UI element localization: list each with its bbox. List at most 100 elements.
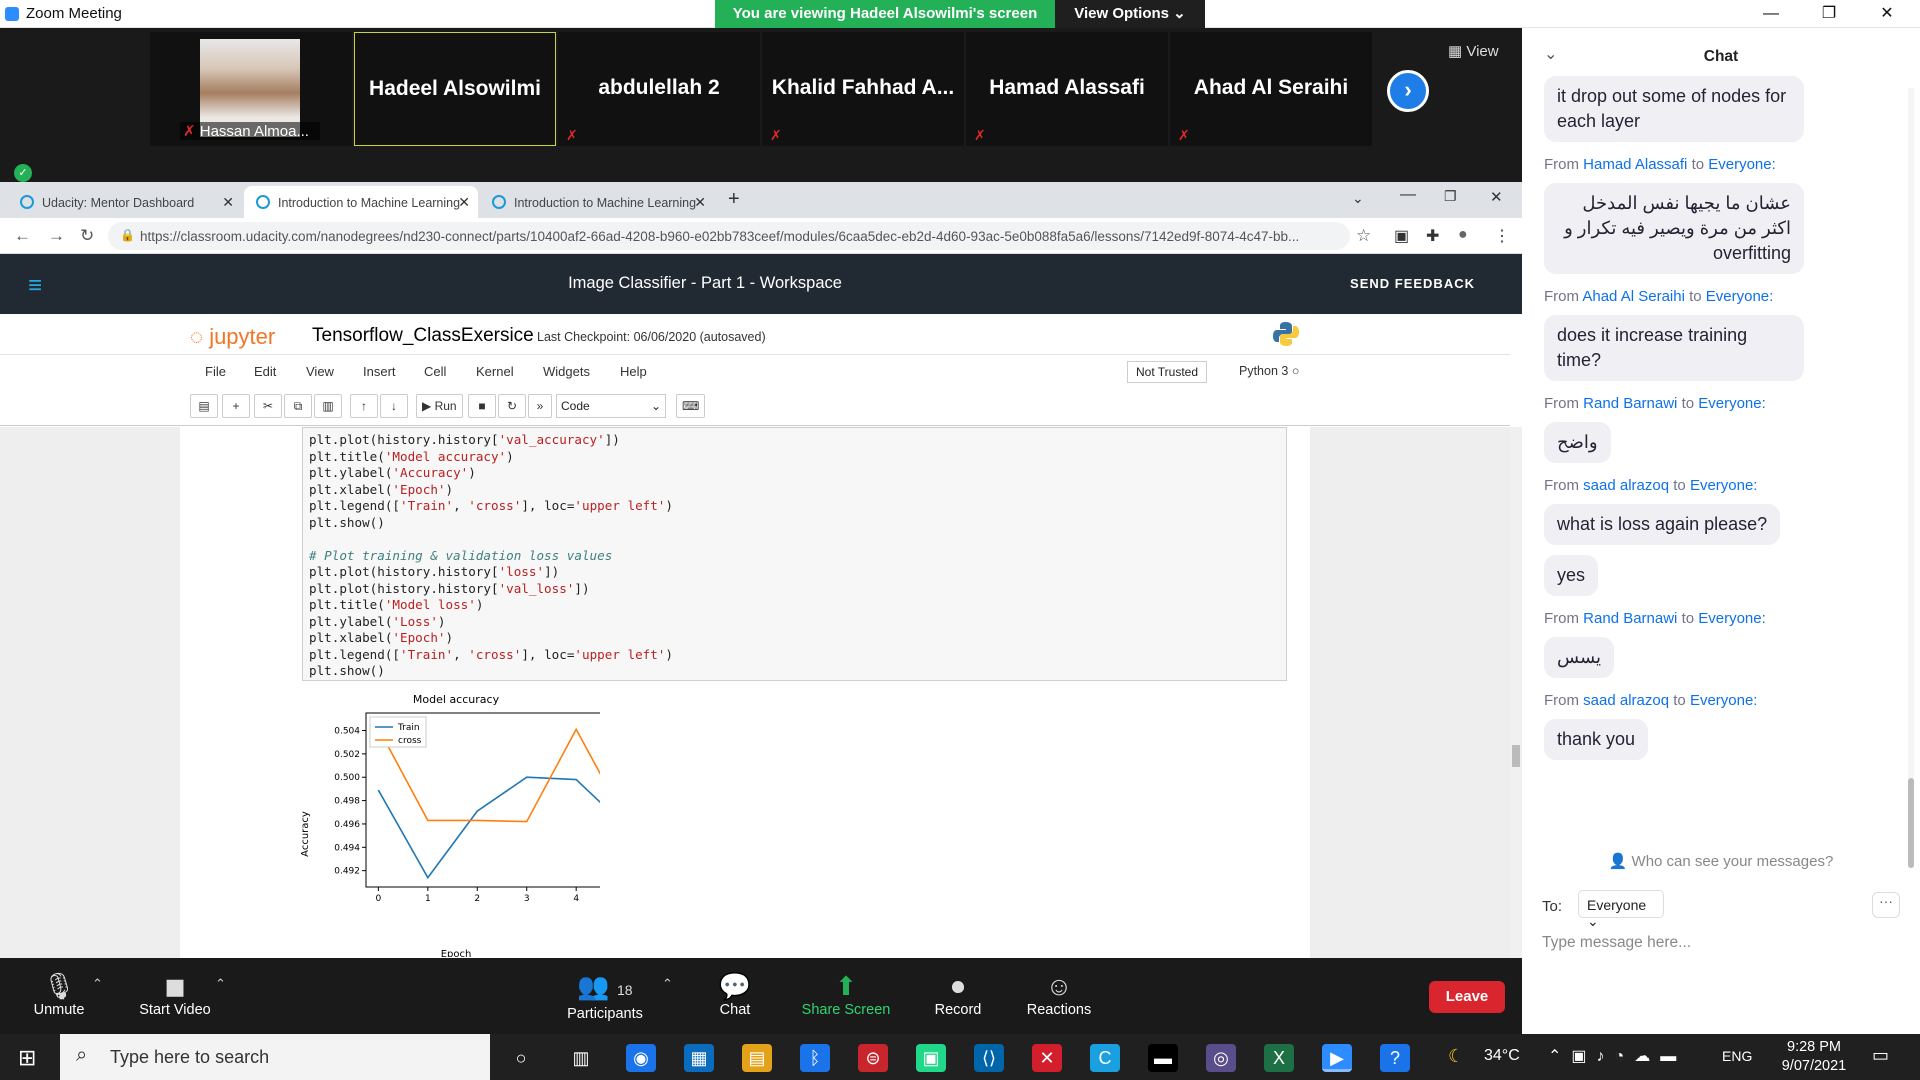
app-x-icon[interactable]: ✕	[1032, 1044, 1062, 1072]
menu-kernel[interactable]: Kernel	[476, 364, 514, 379]
restore-icon[interactable]: ❐	[1444, 188, 1457, 205]
file-explorer-icon[interactable]: ▤	[742, 1044, 772, 1072]
close-icon[interactable]: ✕	[1864, 2, 1910, 26]
minimize-icon[interactable]: —	[1400, 186, 1416, 204]
sender-name[interactable]: Rand Barnawi	[1583, 395, 1677, 412]
weather-temp[interactable]: 34°C	[1484, 1047, 1520, 1065]
menu-insert[interactable]: Insert	[363, 364, 396, 379]
message-bubble[interactable]: thank you	[1544, 719, 1649, 760]
save-icon[interactable]: ▤	[190, 394, 218, 418]
participant-tile[interactable]: abdulellah 2 ✗	[558, 32, 760, 146]
language-indicator[interactable]: ENG	[1722, 1048, 1752, 1064]
sender-name[interactable]: saad alrazoq	[1583, 477, 1669, 494]
cut-icon[interactable]: ✂	[254, 394, 282, 418]
menu-help[interactable]: Help	[620, 364, 647, 379]
menu-edit[interactable]: Edit	[254, 364, 276, 379]
vscode-icon[interactable]: ⟨⟩	[974, 1044, 1004, 1072]
browser-tab[interactable]: Udacity: Mentor Dashboard ✕	[8, 186, 242, 218]
recipient-select[interactable]: Everyone ⌄	[1578, 890, 1664, 929]
zoom-icon[interactable]: ▶	[1322, 1044, 1352, 1072]
message-bubble[interactable]: يسس	[1544, 637, 1615, 678]
start-video-button[interactable]: ◼ Start Video	[135, 970, 215, 1018]
close-tab-icon[interactable]: ✕	[458, 194, 470, 211]
pycharm-icon[interactable]: ▣	[916, 1044, 946, 1072]
close-tab-icon[interactable]: ✕	[694, 194, 706, 211]
scrollbar-thumb[interactable]	[1512, 745, 1520, 767]
record-button[interactable]: ⏺ Record	[930, 970, 986, 1018]
audio-options-chevron-icon[interactable]: ⌃	[92, 976, 103, 992]
app-red-icon[interactable]: ⊜	[858, 1044, 888, 1072]
menu-file[interactable]: File	[205, 364, 226, 379]
taskbar-search-input[interactable]: ⌕ Type here to search	[60, 1034, 490, 1080]
participants-button[interactable]: 👥 18 Participants	[560, 970, 650, 1022]
sender-name[interactable]: Rand Barnawi	[1583, 610, 1677, 627]
chrome-icon[interactable]: ◉	[626, 1044, 656, 1072]
app-icon[interactable]: ▦	[684, 1044, 714, 1072]
message-bubble[interactable]: does it increase training time?	[1544, 315, 1804, 381]
clock[interactable]: 9:28 PM 9/07/2021	[1764, 1038, 1864, 1076]
unmute-button[interactable]: 🎙 Unmute	[30, 970, 88, 1018]
chat-scrollbar[interactable]	[1908, 88, 1914, 868]
run-button[interactable]: ▶ Run	[416, 394, 463, 418]
participant-tile-self[interactable]: ✗ Hassan Almoa...	[150, 32, 352, 146]
cortana-icon[interactable]: ○	[506, 1044, 536, 1072]
star-icon[interactable]: ☆	[1356, 226, 1371, 246]
browser-tab-active[interactable]: Introduction to Machine Learning ✕	[244, 186, 478, 218]
restore-icon[interactable]: ❐	[1806, 2, 1852, 26]
excel-icon[interactable]: X	[1264, 1044, 1294, 1072]
message-input[interactable]: Type message here...	[1542, 934, 1691, 952]
message-bubble[interactable]: it drop out some of nodes for each layer	[1544, 76, 1804, 142]
notebook-scrollbar[interactable]	[1510, 427, 1522, 958]
participant-tile[interactable]: Khalid Fahhad A... ✗	[762, 32, 964, 146]
view-options-button[interactable]: View Options ⌄	[1055, 0, 1205, 28]
add-cell-icon[interactable]: +	[222, 394, 250, 418]
message-bubble[interactable]: واضح	[1544, 422, 1611, 463]
task-view-icon[interactable]: ▥	[566, 1044, 596, 1072]
cell-type-select[interactable]: Code ⌄	[556, 394, 666, 418]
fast-forward-icon[interactable]: »	[528, 394, 552, 418]
back-icon[interactable]: ←	[14, 226, 31, 246]
weather-icon[interactable]: ☾	[1448, 1046, 1464, 1067]
reload-icon[interactable]: ↻	[80, 226, 94, 246]
share-screen-button[interactable]: ⬆ Share Screen	[800, 970, 892, 1018]
paste-icon[interactable]: ▥	[314, 394, 342, 418]
app-black-icon[interactable]: ▬	[1148, 1044, 1178, 1072]
profile-icon[interactable]: ●	[1458, 226, 1468, 244]
windows-start-icon[interactable]: ⊞	[18, 1045, 36, 1071]
browser-tab[interactable]: Introduction to Machine Learning ✕	[480, 186, 714, 218]
more-options-icon[interactable]: ···	[1872, 892, 1900, 918]
code-cell[interactable]: plt.plot(history.history['val_accuracy']…	[302, 427, 1287, 681]
bluetooth-icon[interactable]: ᛒ	[800, 1044, 830, 1072]
participant-tile[interactable]: Hadeel Alsowilmi	[354, 32, 556, 146]
not-trusted-button[interactable]: Not Trusted	[1127, 361, 1208, 383]
message-bubble[interactable]: yes	[1544, 555, 1599, 596]
stop-icon[interactable]: ■	[468, 394, 496, 418]
close-tab-icon[interactable]: ✕	[222, 194, 234, 211]
puzzle-icon[interactable]: ✚	[1426, 226, 1439, 246]
sender-name[interactable]: Ahad Al Seraihi	[1582, 288, 1685, 305]
system-tray-icons[interactable]: ⌃▣♪◔☁▬	[1548, 1046, 1686, 1066]
new-tab-icon[interactable]: +	[728, 188, 740, 211]
extension-icon[interactable]: ▣	[1394, 226, 1409, 246]
video-options-chevron-icon[interactable]: ⌃	[215, 976, 226, 992]
app-c-icon[interactable]: C	[1090, 1044, 1120, 1072]
notebook-name[interactable]: Tensorflow_ClassExersice	[312, 325, 534, 347]
who-can-see-link[interactable]: 👤 Who can see your messages?	[1522, 852, 1920, 870]
menu-widgets[interactable]: Widgets	[543, 364, 590, 379]
menu-view[interactable]: View	[306, 364, 334, 379]
reactions-button[interactable]: ☺ Reactions	[1024, 970, 1094, 1018]
menu-cell[interactable]: Cell	[424, 364, 446, 379]
restart-icon[interactable]: ↻	[498, 394, 526, 418]
jupyter-logo[interactable]: ◌ jupyter	[190, 324, 275, 350]
move-down-icon[interactable]: ↓	[380, 394, 408, 418]
keyboard-icon[interactable]: ⌨	[676, 394, 706, 418]
participant-tile[interactable]: Ahad Al Seraihi ✗	[1170, 32, 1372, 146]
send-feedback-button[interactable]: SEND FEEDBACK	[1350, 276, 1475, 291]
tab-search-icon[interactable]: ⌄	[1352, 190, 1364, 207]
message-bubble[interactable]: عشان ما يجيها نفس المدخل اكثر من مرة ويص…	[1544, 183, 1804, 274]
next-page-button[interactable]: ›	[1387, 70, 1429, 112]
move-up-icon[interactable]: ↑	[350, 394, 378, 418]
help-icon[interactable]: ?	[1380, 1044, 1410, 1072]
forward-icon[interactable]: →	[48, 226, 65, 246]
leave-button[interactable]: Leave	[1429, 981, 1505, 1013]
